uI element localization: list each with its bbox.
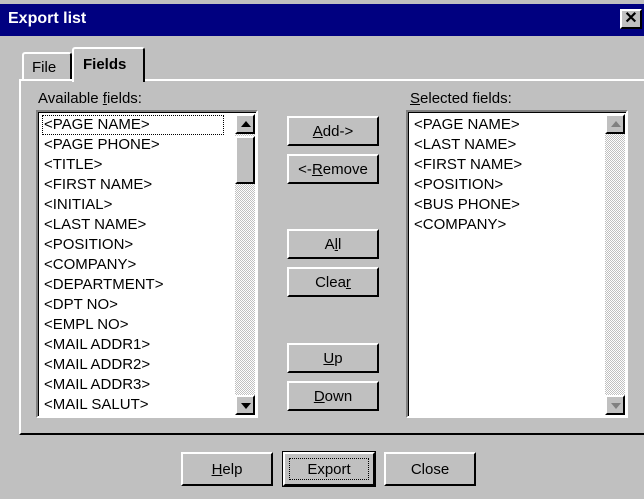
list-item[interactable]: <TITLE> [42,155,224,175]
scroll-up-button[interactable] [235,114,255,134]
list-item[interactable]: <EMPL NO> [42,315,224,335]
available-items: <PAGE NAME> <PAGE PHONE> <TITLE> <FIRST NAM… [42,115,224,416]
clear-label: Clear [289,274,377,291]
close-icon: ✕ [624,10,638,27]
list-frame: <PAGE NAME> <PAGE PHONE> <TITLE> <FIRST NAM… [38,112,256,416]
remove-button[interactable]: <-Remove [287,154,379,184]
all-label: All [289,236,377,253]
help-label: Help [183,461,271,478]
available-scrollbar[interactable] [235,114,255,415]
label-accel: S [410,90,421,107]
scroll-up-button[interactable] [605,114,625,134]
close-label: Close [410,461,450,478]
available-fields-list[interactable]: <PAGE NAME> <PAGE PHONE> <TITLE> <FIRST NAM… [36,110,258,418]
tab-file-label: File [32,59,57,76]
list-item[interactable]: <DEPARTMENT> [42,275,224,295]
t: r [345,274,351,291]
scroll-down-button[interactable] [235,395,255,415]
list-item[interactable]: <COMPANY> [412,215,522,235]
t: U [323,350,335,367]
selected-items: <PAGE NAME> <LAST NAME> <FIRST NAME> <POSIT… [412,115,522,235]
list-item[interactable]: <MAIL SALUT> [42,395,224,415]
selected-scrollbar[interactable] [605,114,625,415]
list-item[interactable]: <PAGE NAME> [412,115,522,135]
t: p [334,350,343,367]
title-bar: Export list ✕ [0,4,644,36]
label-text: elected fields: [420,90,512,107]
list-item[interactable]: <PAGE PHONE> [42,135,224,155]
tab-fields-label: Fields [83,56,127,73]
up-arrow-icon [241,121,251,127]
list-item[interactable]: <FIRST NAME> [42,175,224,195]
t: elp [222,461,243,478]
selected-fields-list[interactable]: <PAGE NAME> <LAST NAME> <FIRST NAME> <POSIT… [406,110,628,418]
down-arrow-icon [611,403,621,409]
t: own [324,388,353,405]
t: A [312,123,323,140]
close-window-button[interactable]: ✕ [620,9,642,29]
t: emove [322,161,368,178]
available-fields-label: Available fields: [38,90,142,107]
tab-file[interactable]: File [22,52,72,80]
list-item[interactable]: <BUS PHONE> [412,195,522,215]
dialog-title: Export list [8,10,87,27]
list-item[interactable]: <MAIL ADDR2> [42,355,224,375]
list-item[interactable]: <LAST NAME> [42,215,224,235]
list-item[interactable]: <INITIAL> [42,195,224,215]
list-item[interactable]: <POSITION> [412,175,522,195]
t: A [324,236,335,253]
up-arrow-icon [611,121,621,127]
remove-label: <-Remove [289,161,377,178]
list-item[interactable]: <DPT NO> [42,295,224,315]
t: Clea [315,274,346,291]
t: dd-> [322,123,354,140]
selected-fields-label: Selected fields: [410,90,512,107]
list-item[interactable]: <LAST NAME> [412,135,522,155]
down-label: Down [289,388,377,405]
list-item[interactable]: <MAIL ADDR3> [42,375,224,395]
label-text: ields: [106,90,142,107]
t: R [311,161,323,178]
clear-button[interactable]: Clear [287,267,379,297]
add-label: Add-> [289,123,377,140]
list-item[interactable]: <MAIL ADDR1> [42,335,224,355]
t: <- [298,161,312,178]
close-button[interactable]: Close [384,452,476,486]
label-text: Available [38,90,103,107]
export-button[interactable]: Export [282,451,376,487]
list-frame: <PAGE NAME> <LAST NAME> <FIRST NAME> <POSIT… [408,112,626,416]
list-item[interactable]: <COMPANY> [42,255,224,275]
help-button[interactable]: Help [181,452,273,486]
export-label: Export [307,461,351,478]
down-button[interactable]: Down [287,381,379,411]
list-item[interactable]: <POSITION> [42,235,224,255]
export-list-dialog: Export list ✕ File Fields Available fiel… [0,0,644,499]
down-arrow-icon [241,403,251,409]
scroll-down-button[interactable] [605,395,625,415]
list-item[interactable]: <PAGE NAME> [42,115,224,135]
scroll-thumb[interactable] [235,136,255,184]
t: l [338,236,342,253]
tab-fields[interactable]: Fields [72,47,145,82]
list-item[interactable]: <FIRST NAME> [412,155,522,175]
t: D [313,388,325,405]
all-button[interactable]: All [287,229,379,259]
list-item[interactable]: <ADDR EXT> [42,415,224,416]
up-label: Up [289,350,377,367]
t: H [211,461,223,478]
add-button[interactable]: Add-> [287,116,379,146]
up-button[interactable]: Up [287,343,379,373]
